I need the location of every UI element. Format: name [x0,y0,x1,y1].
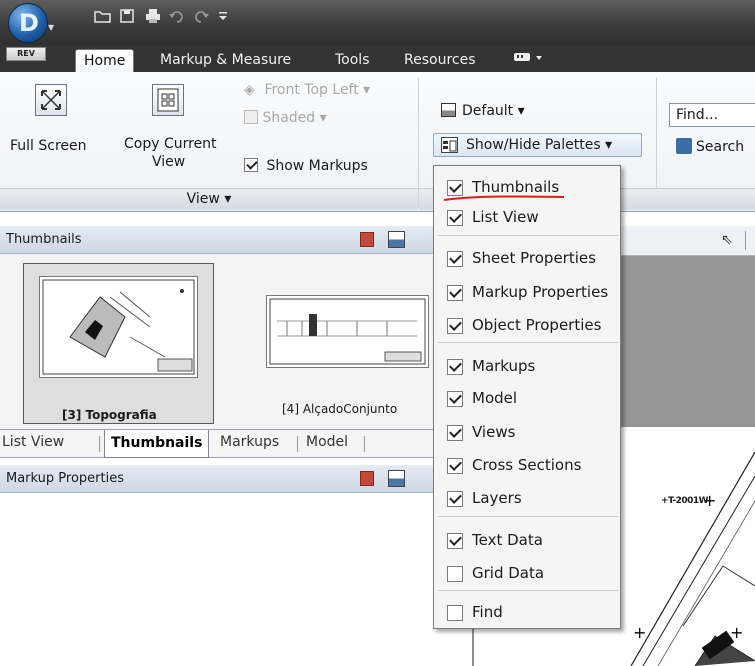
checkbox-empty-icon [447,566,463,582]
tab-extra-menu[interactable] [505,49,551,72]
check-icon [447,251,463,267]
open-icon[interactable] [92,7,114,25]
shaded-dropdown[interactable]: Shaded ▾ [244,110,327,126]
tab-home[interactable]: Home [75,49,135,72]
full-screen-button[interactable]: Full Screen [10,138,87,154]
panel-switch-icon [514,53,542,61]
menu-item-list-view[interactable]: List View [434,203,620,231]
default-dropdown[interactable]: Default ▾ [441,103,525,119]
thumbnail-image [39,276,198,378]
red-underline-annotation [443,195,565,201]
rev-badge: REV [6,47,46,61]
check-icon [244,158,258,172]
thumbnail-caption: [4] AlçadoConjunto [282,402,398,416]
save-icon[interactable] [116,7,138,25]
palette-options-icon[interactable] [388,470,405,487]
check-icon [447,425,463,441]
thumbnails-palette-header: Thumbnails [0,226,433,254]
pin-icon[interactable] [360,232,374,247]
menu-item-layers[interactable]: Layers [434,484,620,512]
copy-current-view-button[interactable]: Copy Current [124,136,217,152]
full-screen-icon[interactable] [35,84,67,116]
palette-title: Thumbnails [6,232,82,247]
thumbnail-item-topografia[interactable]: [3] Topografia [23,263,214,424]
pin-icon[interactable] [360,471,374,486]
app-logo-icon: D [8,3,48,43]
menu-separator [438,590,618,591]
tab-thumbnails[interactable]: Thumbnails [104,430,210,458]
palette-title: Markup Properties [6,471,124,486]
svg-text:+: + [633,623,646,642]
chevron-down-icon: ▼ [48,23,55,32]
menu-item-model[interactable]: Model [434,384,620,412]
print-icon[interactable] [142,7,164,25]
find-input[interactable]: Find... [669,103,755,127]
palettes-icon [441,137,458,153]
menu-item-markup-properties[interactable]: Markup Properties [434,278,620,306]
menu-item-cross-sections[interactable]: Cross Sections [434,451,620,479]
check-icon [447,285,463,301]
markup-properties-header: Markup Properties [0,465,433,493]
tab-divider [99,436,100,452]
tab-markups[interactable]: Markups [220,434,279,450]
customize-dropdown-icon[interactable] [212,7,234,25]
show-hide-palettes-menu: Thumbnails List View Sheet Properties Ma… [433,165,621,629]
redo-icon[interactable] [190,7,212,25]
svg-text:+: + [730,623,743,642]
menu-item-views[interactable]: Views [434,418,620,446]
front-top-left-dropdown[interactable]: ◈ Front Top Left ▾ [244,82,370,98]
window-layout-icon [441,103,456,117]
palette-options-icon[interactable] [388,231,405,248]
cube-view-icon: ◈ [244,82,255,98]
menu-item-markups[interactable]: Markups [434,352,620,380]
thumbnails-list: [3] Topografia [4] AlçadoConjunto [0,254,433,429]
tab-markup-measure[interactable]: Markup & Measure [152,49,299,72]
select-cursor-icon[interactable]: ⇖ [721,232,733,248]
thumbnail-caption: [3] Topografia [62,408,157,422]
check-icon [447,458,463,474]
ribbon: Full Screen Copy Current View ◈ Front To… [0,72,755,212]
menu-item-sheet-properties[interactable]: Sheet Properties [434,244,620,272]
undo-icon[interactable] [166,7,188,25]
search-icon [676,138,692,154]
application-menu-button[interactable]: D ▼ REV [6,3,55,61]
view-panel-title[interactable]: View ▾ [0,188,418,210]
copy-current-view-label-2: View [152,154,186,170]
menu-item-find[interactable]: Find [434,598,620,626]
show-markups-checkbox[interactable]: Show Markups [244,158,368,174]
copy-view-icon[interactable] [152,84,184,116]
canvas-label: +T-2001W [661,496,709,506]
check-icon [447,491,463,507]
menu-item-text-data[interactable]: Text Data [434,526,620,554]
search-button[interactable]: Search [676,138,744,155]
menu-separator [438,235,618,236]
toolbar-divider [745,231,746,250]
menu-item-object-properties[interactable]: Object Properties [434,311,620,339]
thumbnail-item-alcadoconjunto[interactable] [266,295,429,368]
tab-divider [364,436,365,452]
check-icon [447,359,463,375]
tab-list-view[interactable]: List View [2,434,64,450]
ribbon-tabs: Home Markup & Measure Tools Resources [0,45,755,72]
menu-item-grid-data[interactable]: Grid Data [434,559,620,587]
tab-resources[interactable]: Resources [396,49,484,72]
checkbox-empty-icon [447,605,463,621]
menu-separator [438,516,618,517]
tab-tools[interactable]: Tools [327,49,378,72]
check-icon [447,318,463,334]
palette-tabs: List View Thumbnails Markups Model [0,429,433,458]
shaded-icon [244,110,258,124]
check-icon [447,533,463,549]
check-icon [447,391,463,407]
menu-separator [438,342,618,343]
tab-divider [297,436,298,452]
show-hide-palettes-button[interactable]: Show/Hide Palettes ▾ [433,133,642,157]
tab-model[interactable]: Model [306,434,348,450]
markup-properties-body [0,493,433,666]
title-bar [0,0,755,45]
check-icon [447,210,463,226]
